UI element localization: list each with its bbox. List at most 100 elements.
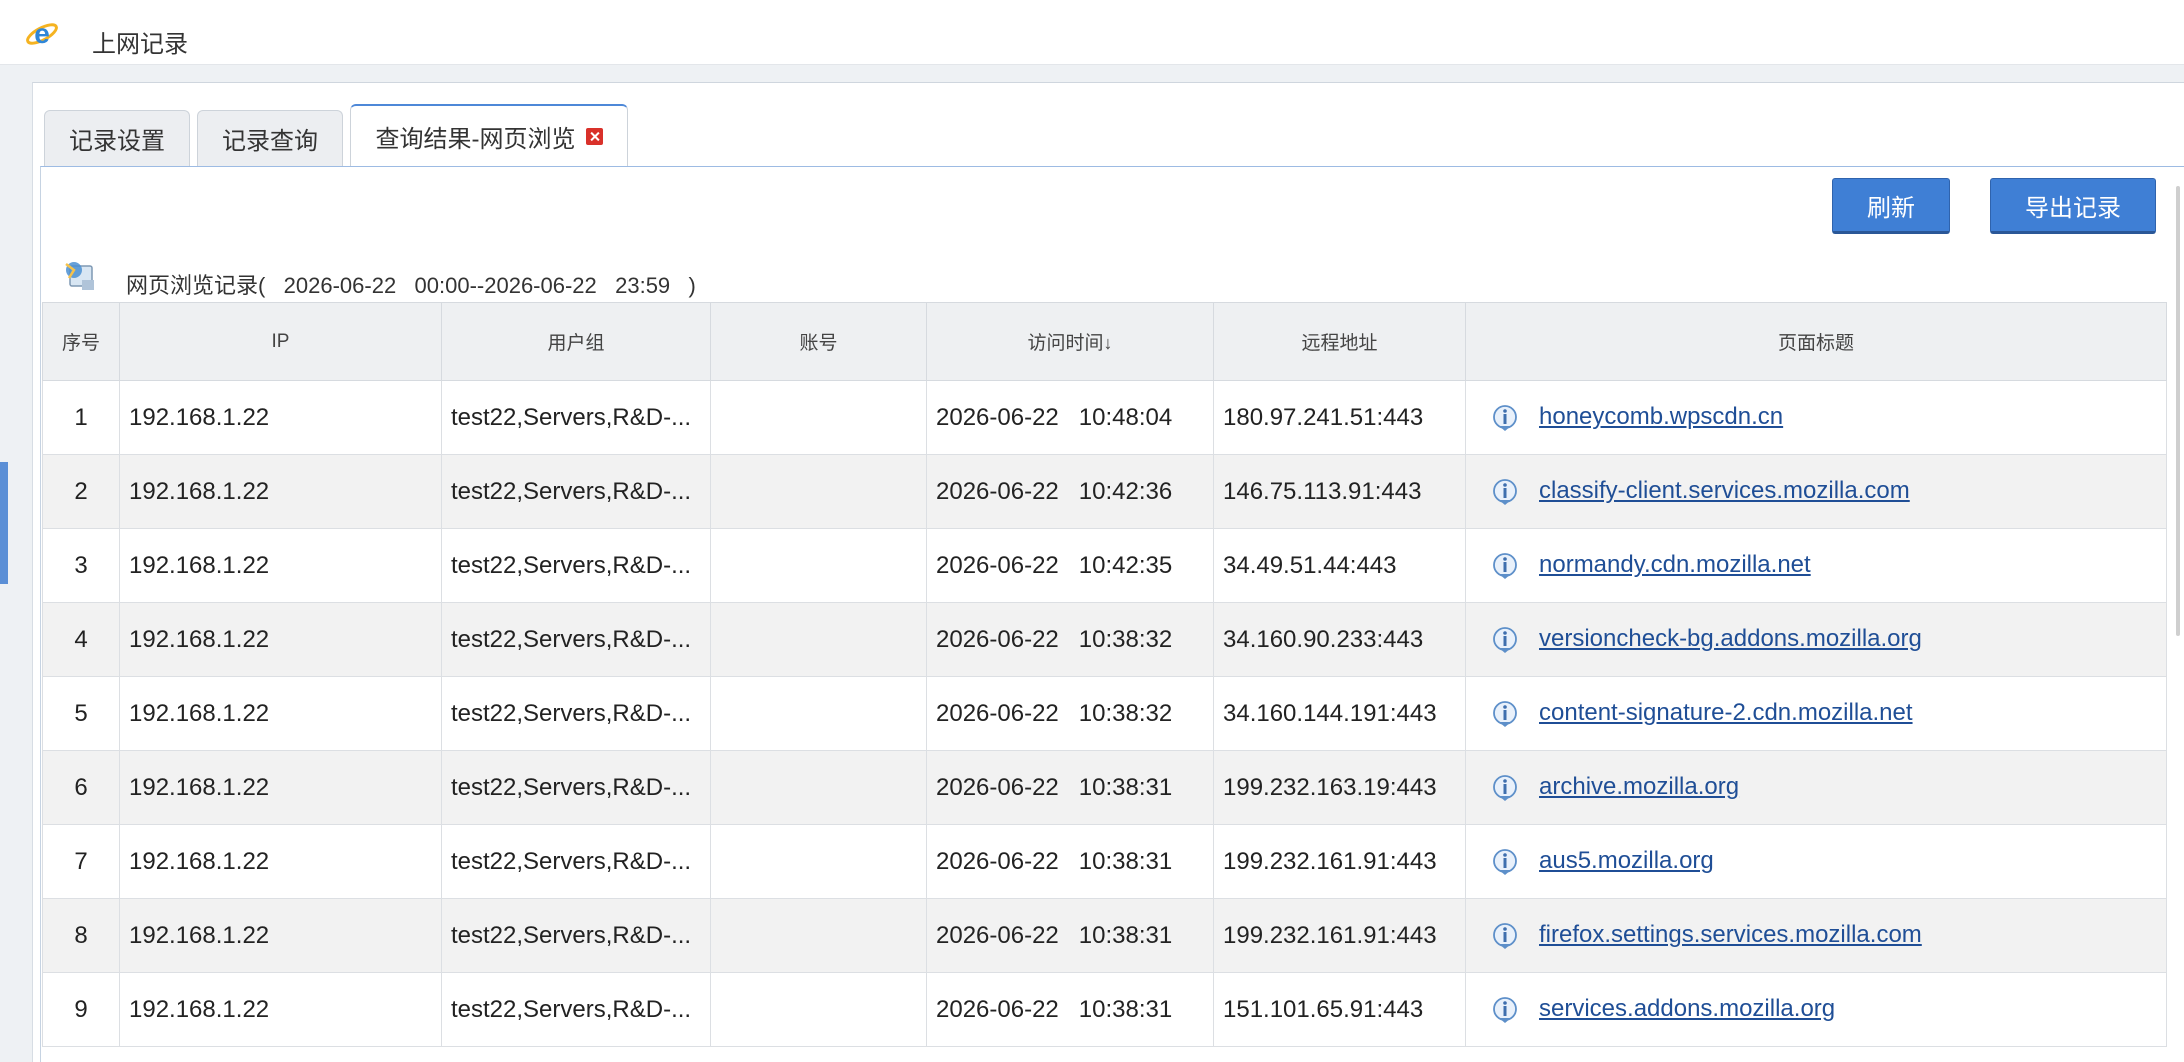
cell-remote-address: 146.75.113.91:443 [1213,454,1466,529]
cell-page-title: archive.mozilla.org [1465,750,2167,825]
cell-page-title: versioncheck-bg.addons.mozilla.org [1465,602,2167,677]
cell-ip: 192.168.1.22 [119,602,442,677]
cell-visit-time: 2026-06-22 10:38:31 [926,898,1214,973]
info-icon[interactable] [1491,404,1519,432]
info-icon[interactable] [1491,774,1519,802]
cell-index: 9 [42,972,120,1047]
web-log-icon [65,262,94,290]
cell-visit-time: 2026-06-22 10:38:31 [926,824,1214,899]
cell-remote-address: 34.160.144.191:443 [1213,676,1466,751]
cell-user-group: test22,Servers,R&D-... [441,602,711,677]
info-icon[interactable] [1491,922,1519,950]
table-row[interactable]: 1 192.168.1.22 test22,Servers,R&D-... 2026-… [42,380,2167,455]
cell-account [710,602,927,677]
cell-remote-address: 34.160.90.233:443 [1213,602,1466,677]
column-header-user-group[interactable]: 用户组 [441,302,711,381]
cell-account [710,380,927,455]
cell-remote-address: 180.97.241.51:443 [1213,380,1466,455]
cell-user-group: test22,Servers,R&D-... [441,380,711,455]
page-title-link[interactable]: content-signature-2.cdn.mozilla.net [1539,699,1913,726]
tab-label: 记录查询 [222,128,318,155]
column-header-ip[interactable]: IP [119,302,442,381]
cell-index: 3 [42,528,120,603]
cell-index: 8 [42,898,120,973]
page-title-link[interactable]: normandy.cdn.mozilla.net [1539,551,1811,578]
column-header-account[interactable]: 账号 [710,302,927,381]
page-title-link[interactable]: honeycomb.wpscdn.cn [1539,403,1783,430]
table-row[interactable]: 8 192.168.1.22 test22,Servers,R&D-... 2026-… [42,898,2167,973]
table-row[interactable]: 2 192.168.1.22 test22,Servers,R&D-... 2026-… [42,454,2167,529]
browse-records-table: 序号 IP 用户组 账号 访问时间↓ 远程地址 页面标题 1 192.168.1.… [42,302,2167,1047]
cell-page-title: services.addons.mozilla.org [1465,972,2167,1047]
column-header-label: 访问时间 [1027,333,1104,354]
cell-index: 5 [42,676,120,751]
info-icon[interactable] [1491,552,1519,580]
cell-user-group: test22,Servers,R&D-... [441,676,711,751]
app-title: 上网记录 [92,31,188,58]
cell-account [710,454,927,529]
page-title-link[interactable]: aus5.mozilla.org [1539,847,1714,874]
cell-page-title: firefox.settings.services.mozilla.com [1465,898,2167,973]
table-row[interactable]: 4 192.168.1.22 test22,Servers,R&D-... 2026-… [42,602,2167,677]
cell-ip: 192.168.1.22 [119,676,442,751]
svg-text:e: e [34,18,50,49]
page-title-link[interactable]: services.addons.mozilla.org [1539,995,1835,1022]
cell-index: 2 [42,454,120,529]
ie-browser-icon: e [26,18,58,49]
cell-remote-address: 34.49.51.44:443 [1213,528,1466,603]
cell-page-title: classify-client.services.mozilla.com [1465,454,2167,529]
tab-query-result[interactable]: 查询结果-网页浏览 [350,104,628,166]
cell-visit-time: 2026-06-22 10:38:31 [926,750,1214,825]
log-caption: 网页浏览记录( 2026-06-22 00:00--2026-06-22 23:… [126,273,696,298]
tab-record-query[interactable]: 记录查询 [197,110,343,166]
cell-index: 6 [42,750,120,825]
cell-account [710,750,927,825]
cell-user-group: test22,Servers,R&D-... [441,824,711,899]
cell-user-group: test22,Servers,R&D-... [441,454,711,529]
cell-ip: 192.168.1.22 [119,454,442,529]
cell-ip: 192.168.1.22 [119,528,442,603]
cell-index: 4 [42,602,120,677]
cell-visit-time: 2026-06-22 10:38:32 [926,602,1214,677]
page-title-link[interactable]: archive.mozilla.org [1539,773,1739,800]
refresh-button[interactable]: 刷新 [1832,178,1950,234]
info-icon[interactable] [1491,996,1519,1024]
sidebar-collapse-handle[interactable] [0,462,8,584]
cell-account [710,676,927,751]
table-row[interactable]: 6 192.168.1.22 test22,Servers,R&D-... 2026-… [42,750,2167,825]
table-row[interactable]: 3 192.168.1.22 test22,Servers,R&D-... 2026-… [42,528,2167,603]
column-header-index[interactable]: 序号 [42,302,120,381]
page-title-link[interactable]: firefox.settings.services.mozilla.com [1539,921,1922,948]
info-icon[interactable] [1491,478,1519,506]
cell-remote-address: 199.232.161.91:443 [1213,898,1466,973]
cell-visit-time: 2026-06-22 10:38:31 [926,972,1214,1047]
column-header-remote-address[interactable]: 远程地址 [1213,302,1466,381]
cell-index: 1 [42,380,120,455]
cell-visit-time: 2026-06-22 10:38:32 [926,676,1214,751]
column-header-page-title[interactable]: 页面标题 [1465,302,2167,381]
table-row[interactable]: 7 192.168.1.22 test22,Servers,R&D-... 2026-… [42,824,2167,899]
close-icon[interactable] [585,127,603,145]
info-icon[interactable] [1491,700,1519,728]
cell-user-group: test22,Servers,R&D-... [441,750,711,825]
page-title-link[interactable]: versioncheck-bg.addons.mozilla.org [1539,625,1922,652]
cell-ip: 192.168.1.22 [119,898,442,973]
cell-index: 7 [42,824,120,899]
table-row[interactable]: 5 192.168.1.22 test22,Servers,R&D-... 2026-… [42,676,2167,751]
cell-ip: 192.168.1.22 [119,972,442,1047]
vertical-scrollbar[interactable] [2176,186,2180,636]
tab-label: 记录设置 [69,128,165,155]
cell-remote-address: 151.101.65.91:443 [1213,972,1466,1047]
cell-remote-address: 199.232.161.91:443 [1213,824,1466,899]
cell-account [710,528,927,603]
info-icon[interactable] [1491,626,1519,654]
info-icon[interactable] [1491,848,1519,876]
cell-page-title: honeycomb.wpscdn.cn [1465,380,2167,455]
cell-account [710,824,927,899]
page-title-link[interactable]: classify-client.services.mozilla.com [1539,477,1910,504]
column-header-visit-time[interactable]: 访问时间↓ [926,302,1214,381]
export-records-button[interactable]: 导出记录 [1990,178,2156,234]
table-row[interactable]: 9 192.168.1.22 test22,Servers,R&D-... 2026-… [42,972,2167,1047]
sort-desc-icon: ↓ [1103,333,1113,353]
tab-record-settings[interactable]: 记录设置 [44,110,190,166]
